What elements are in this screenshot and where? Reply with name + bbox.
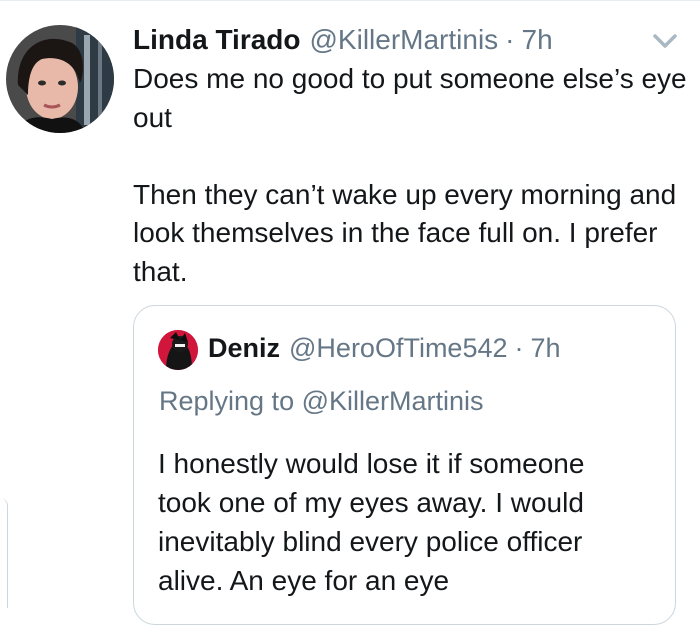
tweet-timestamp[interactable]: 7h [522,20,553,60]
chevron-down-icon[interactable] [650,30,680,52]
quoted-tweet-card[interactable]: Deniz @HeroOfTime542 · 7h Replying to @K… [133,305,676,625]
quoted-author-avatar-image [158,330,198,370]
author-avatar-image [6,25,114,133]
quoted-author-avatar[interactable] [158,330,198,370]
adjacent-card-edge [0,498,8,608]
header-separator: · [505,24,515,55]
top-divider [0,0,700,1]
author-name[interactable]: Linda Tirado [133,20,301,60]
quoted-author-handle[interactable]: @HeroOfTime542 [289,328,507,368]
quoted-header-separator: · [514,333,524,363]
author-handle[interactable]: @KillerMartinis [310,20,499,60]
tweet-header: Linda Tirado @KillerMartinis · 7h [133,20,553,60]
quoted-tweet-header: Deniz @HeroOfTime542 · 7h [208,328,561,368]
tweet-text: Does me no good to put someone else’s ey… [133,63,687,287]
replying-to-handle[interactable]: @KillerMartinis [302,386,484,416]
author-avatar[interactable] [6,25,114,133]
replying-to-line: Replying to @KillerMartinis [159,381,484,421]
quoted-tweet-timestamp[interactable]: 7h [531,328,561,368]
replying-to-prefix: Replying to [159,386,295,416]
quoted-author-name[interactable]: Deniz [208,328,280,368]
quoted-tweet-text: I honestly would lose it if someone took… [158,448,585,596]
